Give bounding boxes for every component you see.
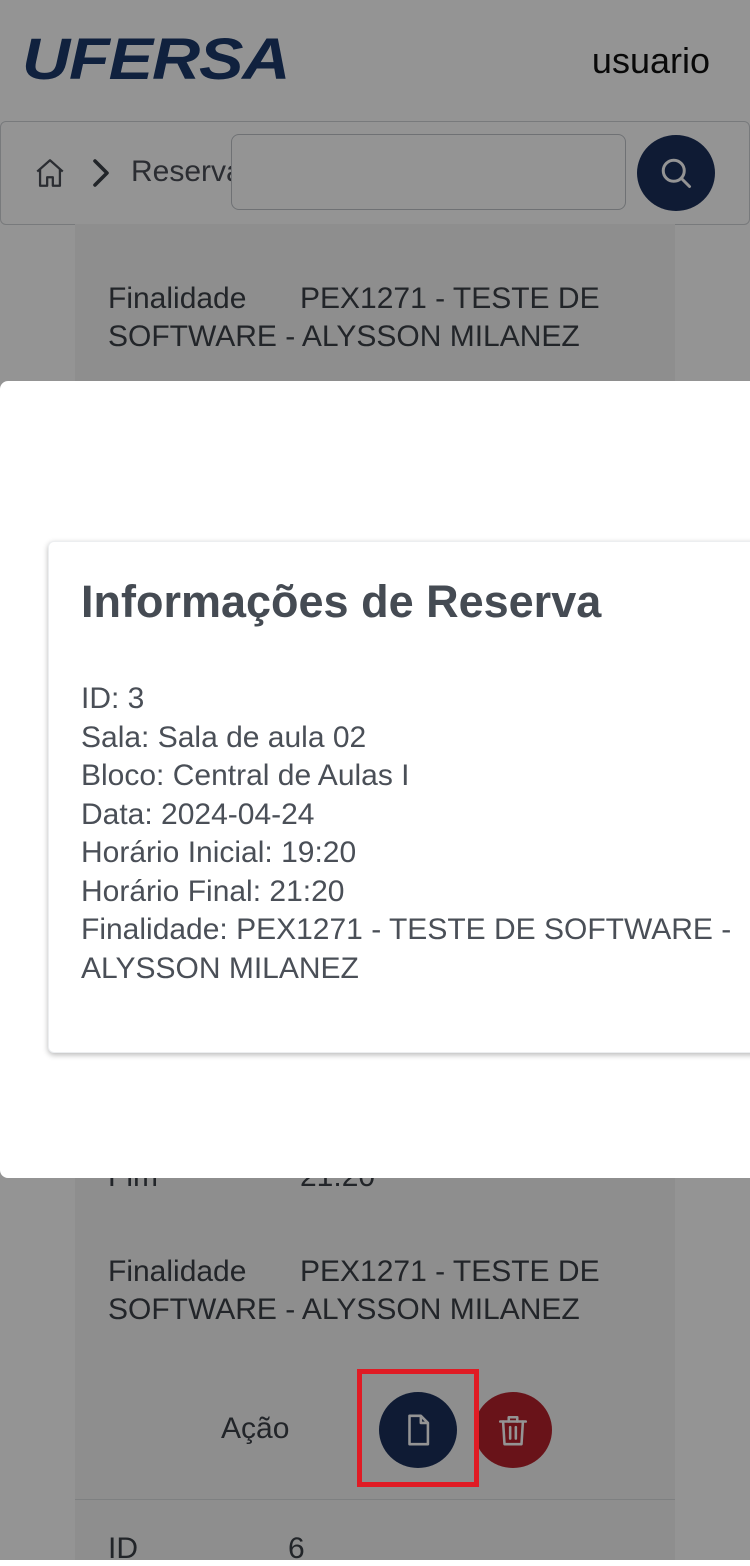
reservation-info-card: Informações de Reserva ID: 3 Sala: Sala … [48, 541, 750, 1053]
highlight-annotation [357, 1369, 479, 1487]
detail-block: Bloco: Central de Aulas I [81, 759, 410, 792]
reservation-modal: Informações de Reserva ID: 3 Sala: Sala … [0, 381, 750, 1178]
modal-title: Informações de Reserva [81, 576, 602, 627]
detail-start-time: Horário Inicial: 19:20 [81, 836, 357, 869]
detail-room: Sala: Sala de aula 02 [81, 720, 367, 754]
detail-id: ID: 3 [81, 682, 145, 715]
detail-purpose: Finalidade: PEX1271 - TESTE DE SOFTWARE … [81, 913, 732, 985]
reservation-details: ID: 3 Sala: Sala de aula 02 Bloco: Centr… [81, 680, 746, 988]
detail-end-time: Horário Final: 21:20 [81, 874, 345, 908]
detail-date: Data: 2024-04-24 [81, 797, 315, 831]
